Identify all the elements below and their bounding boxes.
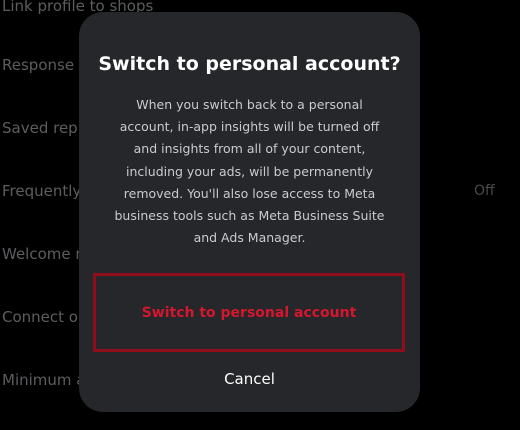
switch-to-personal-account-button[interactable]: Switch to personal account <box>93 273 405 352</box>
dialog-title: Switch to personal account? <box>98 53 401 75</box>
switch-account-dialog: Switch to personal account? When you swi… <box>79 12 420 412</box>
cancel-button[interactable]: Cancel <box>79 364 420 394</box>
dialog-message: When you switch back to a personal accou… <box>114 97 385 246</box>
